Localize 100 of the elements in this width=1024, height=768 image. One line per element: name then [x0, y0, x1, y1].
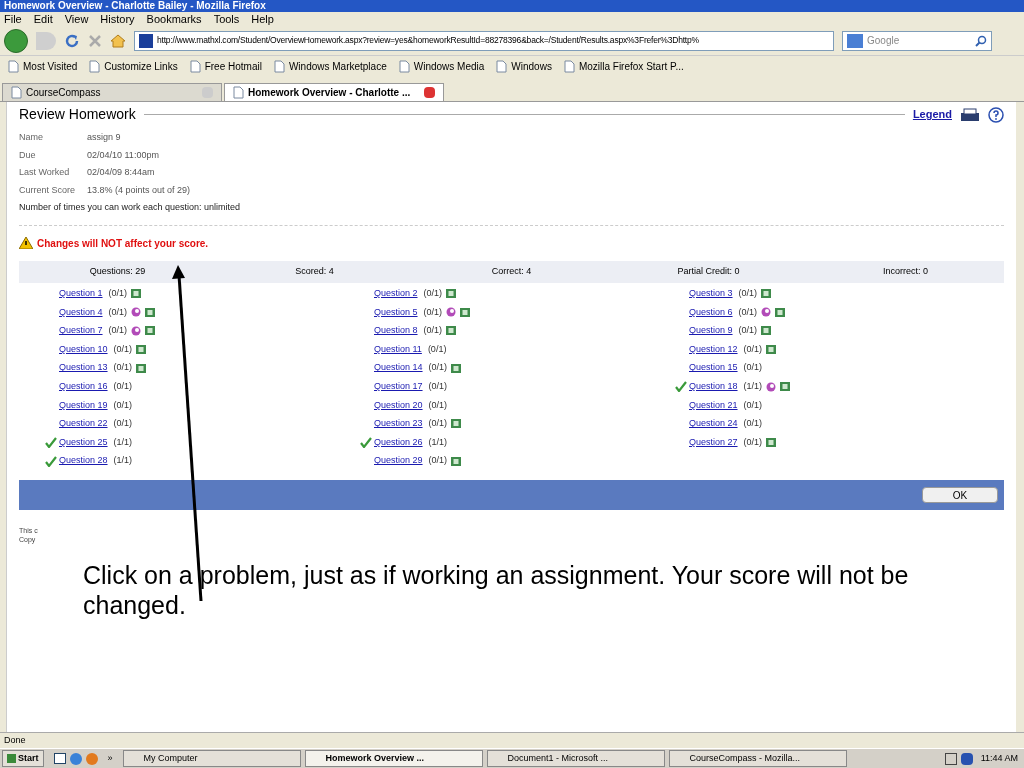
- browser-tab[interactable]: CourseCompass: [2, 83, 222, 101]
- film-icon[interactable]: [136, 345, 147, 355]
- question-link[interactable]: Question 21: [689, 398, 738, 413]
- menu-item[interactable]: Tools: [213, 10, 240, 28]
- legend-link[interactable]: Legend: [912, 106, 952, 123]
- film-icon[interactable]: [131, 289, 142, 299]
- film-icon[interactable]: [766, 345, 777, 355]
- question-link[interactable]: Question 8: [374, 324, 418, 338]
- film-icon[interactable]: [446, 326, 457, 336]
- bookmark-link[interactable]: Free Hotmail: [204, 58, 262, 74]
- menu-item[interactable]: Help: [251, 10, 274, 28]
- film-icon[interactable]: [761, 289, 772, 299]
- taskbar-button[interactable]: My Computer: [122, 750, 301, 767]
- question-link[interactable]: Question 3: [689, 287, 733, 301]
- question-link[interactable]: Question 4: [59, 305, 103, 320]
- question-score: (0/1): [427, 342, 447, 356]
- question-link[interactable]: Question 6: [689, 305, 733, 320]
- taskbar-button[interactable]: CourseCompass - Mozilla...: [668, 750, 847, 767]
- question-link[interactable]: Question 29: [374, 454, 423, 468]
- help-tool-icon[interactable]: [131, 326, 142, 336]
- info-value: 02/04/10 11:00pm: [87, 148, 159, 162]
- question-link[interactable]: Question 22: [59, 417, 108, 431]
- bookmark-link[interactable]: Mozilla Firefox Start P...: [578, 58, 684, 74]
- question-link[interactable]: Question 12: [689, 342, 738, 357]
- page-icon: [398, 59, 410, 73]
- question-link[interactable]: Question 2: [374, 287, 418, 301]
- question-link[interactable]: Question 7: [59, 324, 103, 338]
- start-button[interactable]: Start: [2, 750, 44, 767]
- help-tool-icon[interactable]: [131, 307, 142, 318]
- bookmark-link[interactable]: Windows Media: [413, 58, 485, 74]
- help-tool-icon[interactable]: [766, 381, 777, 392]
- film-icon[interactable]: [145, 326, 156, 336]
- menu-item[interactable]: Bookmarks: [146, 10, 202, 28]
- film-icon[interactable]: [766, 438, 777, 448]
- home-icon[interactable]: [110, 33, 126, 48]
- help-icon[interactable]: [988, 106, 1004, 123]
- menu-item[interactable]: File: [4, 10, 22, 28]
- desktop-icon[interactable]: [53, 753, 66, 764]
- page-icon: [233, 86, 244, 99]
- ok-button[interactable]: OK: [922, 487, 998, 504]
- back-button[interactable]: [4, 28, 28, 53]
- film-icon[interactable]: [761, 326, 772, 336]
- film-icon[interactable]: [446, 289, 457, 299]
- menu-item[interactable]: Edit: [33, 10, 53, 28]
- question-link[interactable]: Question 15: [689, 361, 738, 375]
- warning-text: Changes will NOT affect your score.: [37, 236, 209, 251]
- bookmark-link[interactable]: Customize Links: [104, 58, 178, 74]
- taskbar-button[interactable]: Homework Overview ...: [304, 750, 483, 767]
- film-icon[interactable]: [145, 307, 156, 317]
- question-score: (0/1): [428, 398, 448, 412]
- question-link[interactable]: Question 11: [374, 342, 422, 357]
- question-link[interactable]: Question 19: [59, 398, 108, 413]
- more-button[interactable]: »: [101, 751, 119, 766]
- question-link[interactable]: Question 23: [374, 417, 423, 431]
- help-tool-icon[interactable]: [446, 307, 457, 318]
- warning-icon: [19, 237, 33, 249]
- tray-icon[interactable]: [944, 752, 957, 765]
- status-text: Done: [4, 733, 26, 747]
- bookmark-link[interactable]: Most Visited: [23, 58, 78, 74]
- menu-item[interactable]: View: [64, 10, 89, 28]
- print-icon[interactable]: [960, 107, 980, 122]
- film-icon[interactable]: [451, 363, 462, 373]
- film-icon[interactable]: [136, 363, 147, 373]
- film-icon[interactable]: [451, 419, 462, 429]
- question-link[interactable]: Question 16: [59, 380, 108, 394]
- question-score: (0/1): [738, 287, 758, 301]
- question-link[interactable]: Question 25: [59, 435, 108, 450]
- address-bar[interactable]: http://www.mathxl.com/Student/OverviewHomework.aspx?review=yes&homeworkResultId=88278396&back=/Student/Results.aspx%3Frefer%3Dhttp%: [134, 30, 834, 51]
- question-link[interactable]: Question 24: [689, 417, 738, 431]
- question-link[interactable]: Question 17: [374, 380, 423, 394]
- bookmark-link[interactable]: Windows: [511, 58, 552, 74]
- browser-tab[interactable]: Homework Overview - Charlotte ...: [224, 83, 444, 101]
- page-icon: [189, 59, 201, 73]
- question-link[interactable]: Question 26: [374, 435, 423, 450]
- info-label: Last Worked: [19, 166, 71, 179]
- reload-icon[interactable]: [64, 32, 80, 49]
- film-icon[interactable]: [775, 307, 786, 317]
- question-link[interactable]: Question 27: [689, 435, 738, 450]
- bookmark-link[interactable]: Windows Marketplace: [288, 58, 387, 74]
- menu-item[interactable]: History: [100, 10, 135, 28]
- film-icon[interactable]: [460, 307, 471, 317]
- question-link[interactable]: Question 18: [689, 380, 738, 394]
- question-link[interactable]: Question 20: [374, 398, 423, 413]
- question-link[interactable]: Question 28: [59, 454, 108, 468]
- search-field[interactable]: Google: [842, 30, 992, 51]
- film-icon[interactable]: [451, 456, 462, 466]
- question-score: (0/1): [743, 435, 763, 449]
- question-link[interactable]: Question 13: [59, 361, 108, 375]
- close-icon[interactable]: [424, 87, 435, 98]
- taskbar-button[interactable]: Document1 - Microsoft ...: [486, 750, 665, 767]
- question-link[interactable]: Question 5: [374, 305, 418, 320]
- question-link[interactable]: Question 14: [374, 361, 423, 375]
- help-tool-icon[interactable]: [761, 307, 772, 318]
- question-score: (0/1): [423, 305, 443, 319]
- question-link[interactable]: Question 1: [59, 287, 103, 301]
- search-icon[interactable]: [975, 34, 987, 47]
- film-icon[interactable]: [780, 382, 791, 392]
- question-score: (0/1): [113, 342, 133, 356]
- question-link[interactable]: Question 9: [689, 324, 733, 338]
- question-link[interactable]: Question 10: [59, 342, 108, 357]
